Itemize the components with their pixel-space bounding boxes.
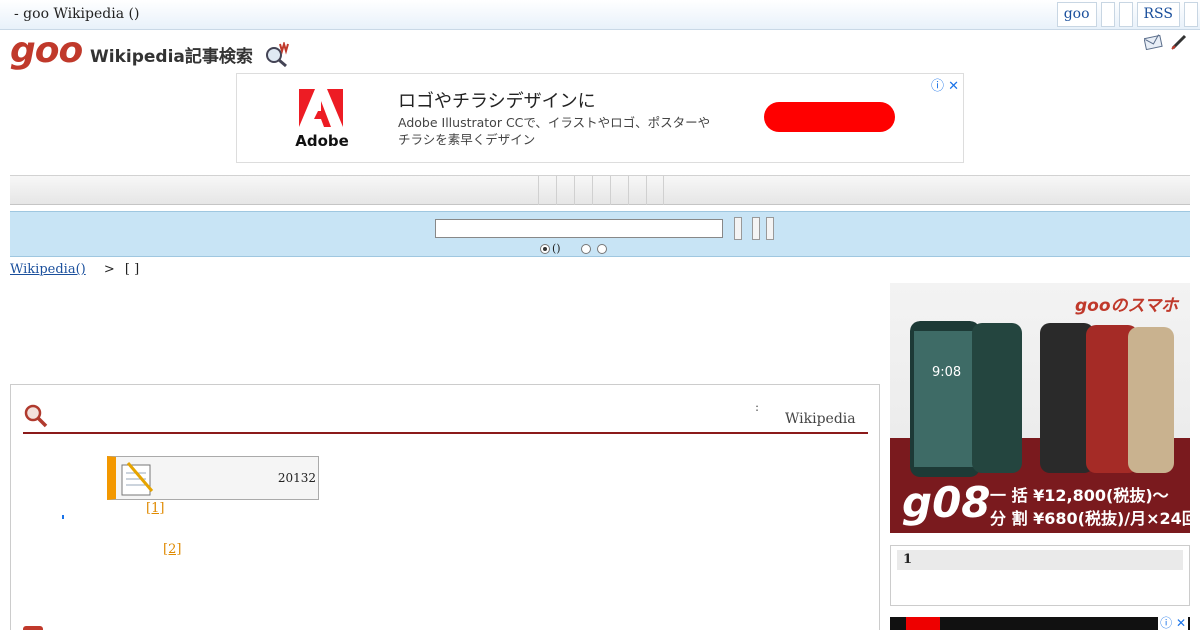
phone-image: [1128, 327, 1174, 473]
search-button[interactable]: [734, 217, 742, 240]
ad-headline: ロゴやチラシデザインに: [398, 91, 596, 112]
search-input[interactable]: [435, 219, 723, 238]
top-links: goo RSS: [1056, 2, 1198, 27]
phone-image: [910, 321, 980, 477]
sidebar-ad[interactable]: gooのスマホ 9:08 g08 一 括 ¥12,800(税抜)〜 分 割 ¥6…: [890, 283, 1190, 533]
ad-banner[interactable]: Adobe ロゴやチラシデザインに Adobe Illustrator CCで、…: [236, 73, 964, 163]
side-ad-price-2: 分 割 ¥680(税抜)/月×24回: [990, 509, 1190, 528]
radio-mode-2[interactable]: [580, 243, 591, 254]
text-fragment: [62, 515, 64, 519]
nav-tabs: [538, 176, 664, 205]
side-ad-price-1: 一 括 ¥12,800(税抜)〜: [990, 486, 1169, 505]
mail-icon[interactable]: [1144, 34, 1164, 50]
nav-tab-4[interactable]: [592, 176, 610, 205]
article-source: Wikipedia: [785, 411, 856, 427]
top-link-goo[interactable]: goo: [1056, 2, 1097, 27]
ranking-header: 1: [897, 550, 1183, 570]
breadcrumb-link-wikipedia[interactable]: Wikipedia(): [10, 262, 86, 277]
breadcrumb: Wikipedia() > [ ]: [10, 262, 139, 277]
adchoices-icon-2[interactable]: ⓘ ✕: [1158, 617, 1188, 630]
adobe-logo-icon: [299, 89, 343, 127]
article-panel: : Wikipedia 20132 [1] [2]: [10, 384, 880, 630]
top-link-3[interactable]: [1118, 2, 1133, 27]
ranking-box: 1: [890, 545, 1190, 606]
notepad-pencil-icon: [121, 462, 154, 496]
ad-cta-button[interactable]: [764, 102, 895, 132]
goo-logo-text: goo: [10, 30, 83, 71]
title-divider: [23, 432, 868, 434]
top-link-2[interactable]: [1100, 2, 1115, 27]
breadcrumb-separator: >: [103, 262, 115, 277]
sidebar-ad-2[interactable]: ⓘ ✕: [890, 617, 1190, 630]
nav-bar: [10, 175, 1190, 205]
search-mode-radios: (): [540, 242, 607, 255]
nav-tab-3[interactable]: [574, 176, 592, 205]
nav-tab-1[interactable]: [538, 176, 556, 205]
window-title: - goo Wikipedia (): [14, 6, 140, 22]
reference-link-1[interactable]: [1]: [146, 501, 164, 516]
top-link-5[interactable]: [1184, 2, 1198, 27]
pen-icon[interactable]: [1170, 34, 1190, 50]
nav-tab-7[interactable]: [646, 176, 664, 205]
top-link-rss[interactable]: RSS: [1136, 2, 1180, 27]
logo-subtitle: Wikipedia記事検索: [90, 47, 253, 67]
ad-brand-name: Adobe: [295, 132, 349, 150]
side-ad-brand: gooのスマホ: [1074, 296, 1178, 316]
phone-time: 9:08: [932, 365, 962, 380]
search-option-button-1[interactable]: [752, 217, 760, 240]
nav-tab-2[interactable]: [556, 176, 574, 205]
notice-date: 20132: [277, 471, 316, 485]
adchoices-icon[interactable]: ⓘ ✕: [931, 75, 959, 94]
ad-description: Adobe Illustrator CCで、イラストやロゴ、ポスターやチラシを素…: [398, 115, 711, 147]
nav-tab-5[interactable]: [610, 176, 628, 205]
search-magnifier-icon: [24, 404, 48, 428]
article-notice-box: 20132: [107, 456, 319, 500]
side-ad-model: g08: [902, 478, 991, 527]
search-band: (): [10, 211, 1190, 257]
header-icons: [1144, 34, 1190, 50]
reference-link-2[interactable]: [2]: [163, 542, 181, 557]
side-ad2-mark: [906, 617, 940, 630]
radio-mode-1-label: (): [552, 242, 561, 255]
radio-mode-3[interactable]: [596, 243, 607, 254]
search-option-button-2[interactable]: [766, 217, 774, 240]
magnifier-pen-icon: [266, 42, 289, 68]
top-bar: - goo Wikipedia () goo RSS: [0, 0, 1200, 30]
nav-tab-6[interactable]: [628, 176, 646, 205]
section-icon: [23, 626, 43, 630]
radio-mode-1[interactable]: [540, 243, 550, 254]
article-meta-colon: :: [755, 400, 760, 414]
phone-image: [972, 323, 1022, 473]
breadcrumb-current: [ ]: [124, 262, 140, 277]
